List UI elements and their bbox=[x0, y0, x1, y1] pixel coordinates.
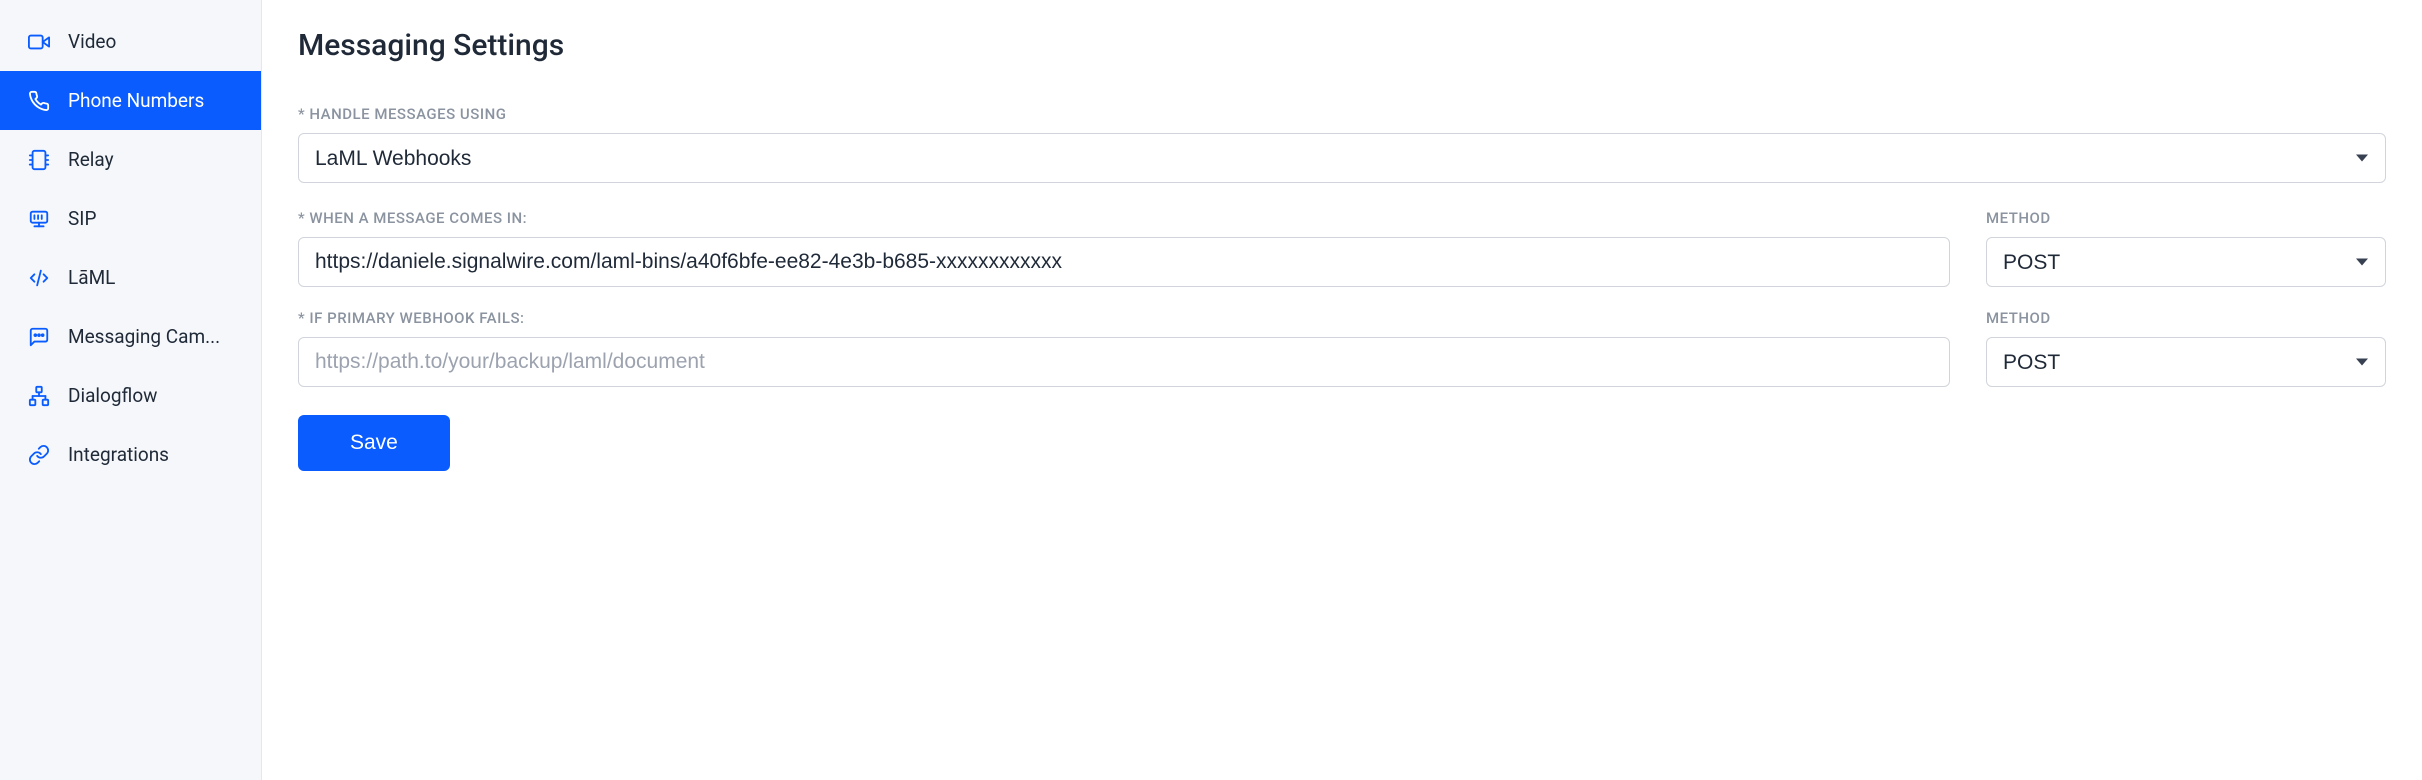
page-title: Messaging Settings bbox=[298, 28, 2386, 63]
sidebar-item-label: SIP bbox=[68, 207, 96, 230]
sidebar-item-label: Dialogflow bbox=[68, 384, 157, 407]
dialogflow-icon bbox=[28, 385, 50, 407]
handle-messages-select[interactable]: LaML Webhooks bbox=[298, 133, 2386, 183]
main-content: Messaging Settings * HANDLE MESSAGES USI… bbox=[262, 0, 2422, 780]
backup-webhook-row: * IF PRIMARY WEBHOOK FAILS: METHOD POST bbox=[298, 309, 2386, 387]
sidebar: Video Phone Numbers Relay SIP LāML Messa… bbox=[0, 0, 262, 780]
sidebar-item-label: Phone Numbers bbox=[68, 89, 204, 112]
primary-webhook-label: * WHEN A MESSAGE COMES IN: bbox=[298, 209, 1950, 227]
sidebar-item-sip[interactable]: SIP bbox=[0, 189, 261, 248]
message-icon bbox=[28, 326, 50, 348]
primary-method-group: METHOD POST bbox=[1986, 209, 2386, 287]
sidebar-item-video[interactable]: Video bbox=[0, 12, 261, 71]
sip-icon bbox=[28, 208, 50, 230]
code-icon bbox=[28, 267, 50, 289]
video-icon bbox=[28, 31, 50, 53]
sidebar-item-relay[interactable]: Relay bbox=[0, 130, 261, 189]
save-button[interactable]: Save bbox=[298, 415, 450, 471]
backup-webhook-label: * IF PRIMARY WEBHOOK FAILS: bbox=[298, 309, 1950, 327]
sidebar-item-label: LāML bbox=[68, 266, 115, 289]
backup-webhook-input[interactable] bbox=[298, 337, 1950, 387]
sidebar-item-messaging-campaigns[interactable]: Messaging Cam... bbox=[0, 307, 261, 366]
primary-method-label: METHOD bbox=[1986, 209, 2386, 227]
sidebar-item-label: Relay bbox=[68, 148, 114, 171]
backup-method-group: METHOD POST bbox=[1986, 309, 2386, 387]
primary-method-select-wrap: POST bbox=[1986, 237, 2386, 287]
backup-webhook-group: * IF PRIMARY WEBHOOK FAILS: bbox=[298, 309, 1950, 387]
backup-method-select[interactable]: POST bbox=[1986, 337, 2386, 387]
handle-messages-select-wrap: LaML Webhooks bbox=[298, 133, 2386, 183]
sidebar-item-dialogflow[interactable]: Dialogflow bbox=[0, 366, 261, 425]
backup-method-label: METHOD bbox=[1986, 309, 2386, 327]
primary-method-select[interactable]: POST bbox=[1986, 237, 2386, 287]
backup-method-select-wrap: POST bbox=[1986, 337, 2386, 387]
link-icon bbox=[28, 444, 50, 466]
sidebar-item-phone-numbers[interactable]: Phone Numbers bbox=[0, 71, 261, 130]
sidebar-item-label: Integrations bbox=[68, 443, 169, 466]
primary-webhook-group: * WHEN A MESSAGE COMES IN: bbox=[298, 209, 1950, 287]
sidebar-item-label: Messaging Cam... bbox=[68, 325, 220, 348]
handle-messages-group: * HANDLE MESSAGES USING LaML Webhooks bbox=[298, 105, 2386, 183]
sidebar-item-integrations[interactable]: Integrations bbox=[0, 425, 261, 484]
handle-messages-label: * HANDLE MESSAGES USING bbox=[298, 105, 2386, 123]
primary-webhook-input[interactable] bbox=[298, 237, 1950, 287]
sidebar-item-laml[interactable]: LāML bbox=[0, 248, 261, 307]
sidebar-item-label: Video bbox=[68, 30, 116, 53]
phone-icon bbox=[28, 90, 50, 112]
relay-icon bbox=[28, 149, 50, 171]
primary-webhook-row: * WHEN A MESSAGE COMES IN: METHOD POST bbox=[298, 209, 2386, 287]
